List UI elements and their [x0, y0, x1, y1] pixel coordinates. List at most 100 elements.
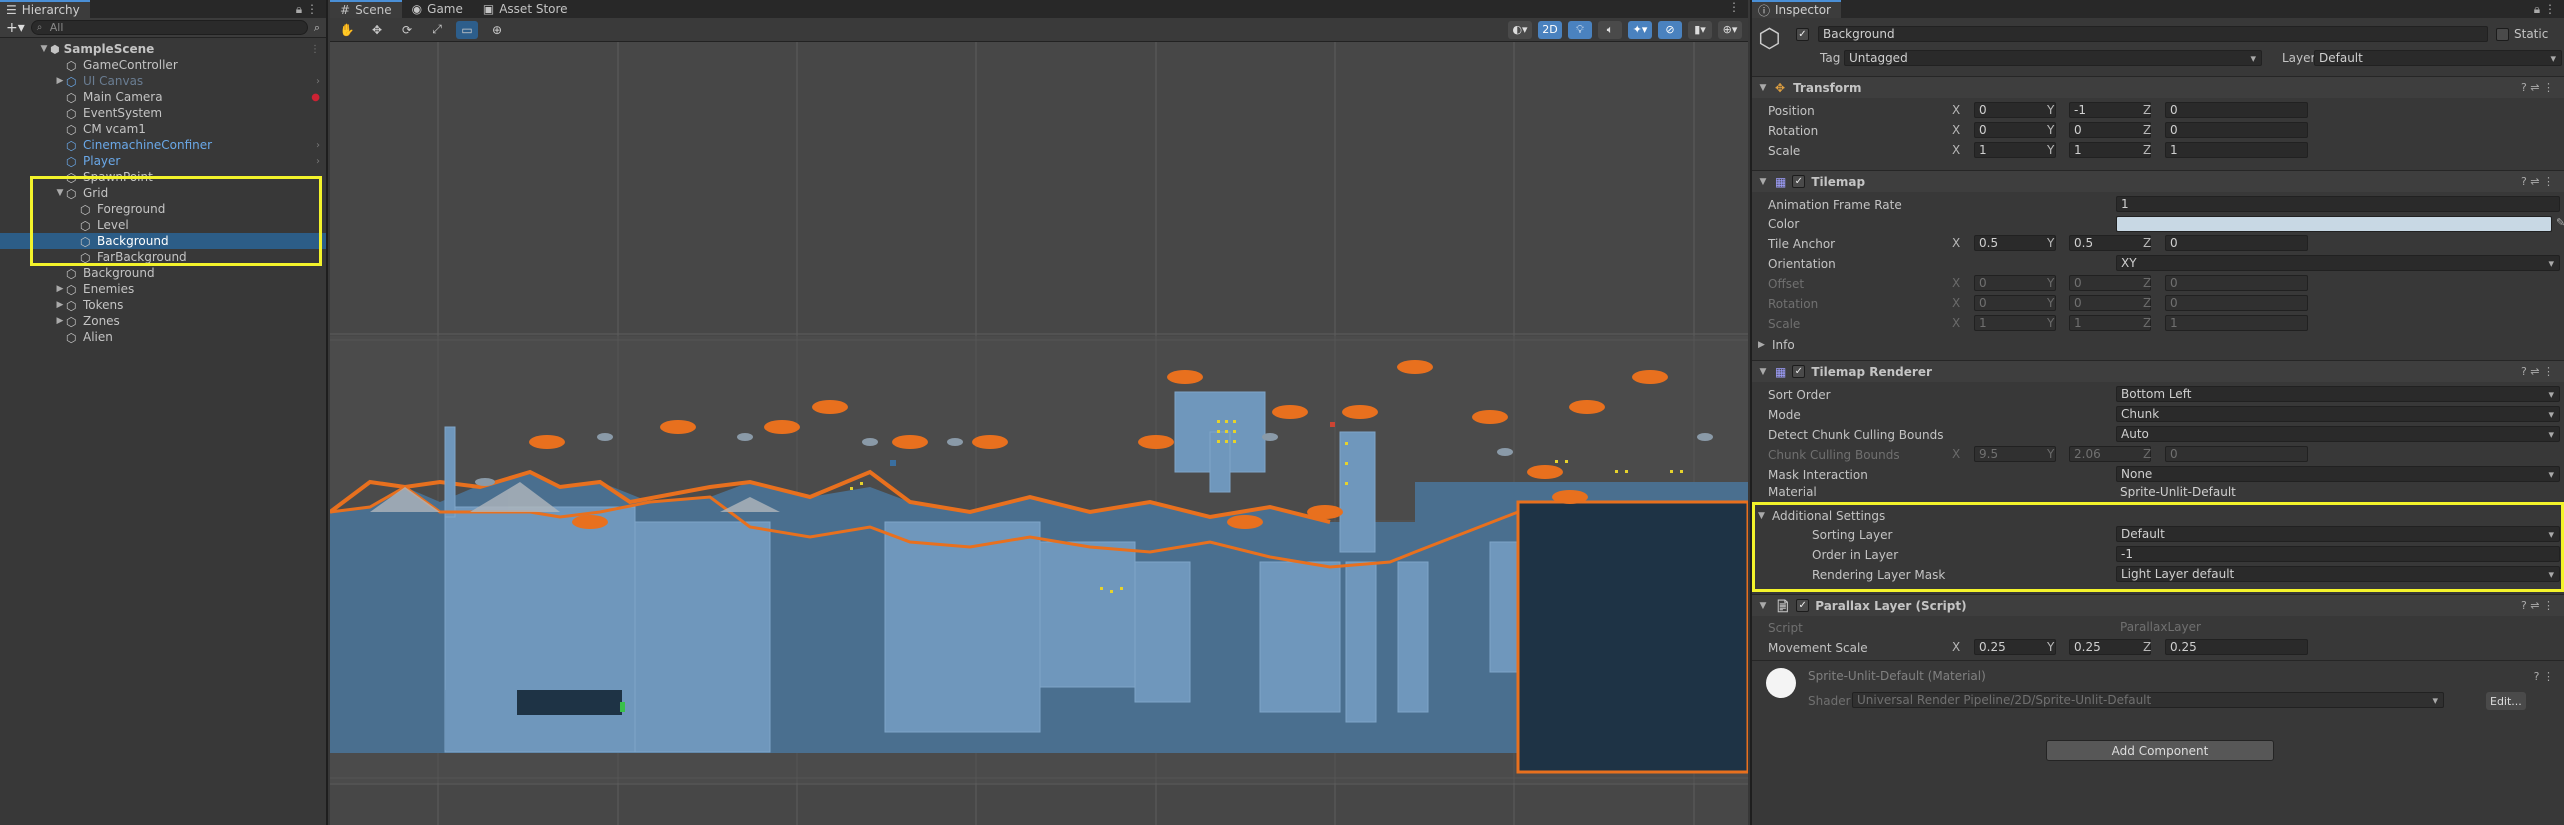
offset-y[interactable]: 0 [2069, 275, 2151, 291]
order-in-layer-input[interactable]: -1 [2116, 546, 2560, 562]
color-swatch[interactable] [2116, 216, 2552, 232]
tab-asset-store[interactable]: ▣ Asset Store [473, 0, 578, 18]
culling-bounds-z[interactable]: 0 [2165, 446, 2308, 462]
position-z[interactable]: 0 [2165, 102, 2308, 118]
camera-settings-icon[interactable]: ▮▾ [1688, 20, 1712, 39]
detect-bounds-dropdown[interactable]: Auto [2116, 426, 2560, 442]
chevron-right-icon[interactable]: › [316, 140, 320, 151]
material-menu-icons[interactable]: ? ⋮ [2534, 670, 2554, 683]
audio-toggle-icon[interactable]: 🔈︎ [1598, 20, 1622, 39]
expand-arrow-icon[interactable]: ▶ [54, 316, 66, 326]
orientation-dropdown[interactable]: XY [2116, 255, 2560, 271]
tag-dropdown[interactable]: Untagged [1844, 50, 2262, 66]
tile-anchor-y[interactable]: 0.5 [2069, 235, 2151, 251]
hand-tool-icon[interactable]: ✋ [336, 21, 358, 39]
list-item[interactable]: ⬡ Main Camera ● [0, 89, 326, 105]
tile-rotation-y[interactable]: 0 [2069, 295, 2151, 311]
tile-rotation-z[interactable]: 0 [2165, 295, 2308, 311]
expand-arrow-icon[interactable]: ▶ [54, 284, 66, 294]
tile-rotation-x[interactable]: 0 [1974, 295, 2056, 311]
chevron-right-icon[interactable]: › [316, 156, 320, 167]
rect-tool-icon[interactable]: ▭ [456, 20, 478, 39]
scale-tool-icon[interactable]: ⤢ [426, 21, 448, 39]
scale-z[interactable]: 1 [2165, 142, 2308, 158]
hierarchy-search-input[interactable]: ⌕ All [30, 20, 308, 35]
expand-arrow-icon[interactable]: ▼ [38, 44, 50, 54]
scene-row[interactable]: ▼ ⬢ SampleScene ⋮ [0, 41, 326, 57]
scale-y[interactable]: 1 [2069, 142, 2151, 158]
lock-icon[interactable]: 🔒︎ ⋮ [296, 2, 318, 17]
visibility-toggle-icon[interactable]: ⊘ [1658, 20, 1682, 39]
fold-arrow-icon[interactable]: ▼ [1757, 367, 1769, 377]
rotate-tool-icon[interactable]: ⟳ [396, 21, 418, 39]
tab-game[interactable]: ◉ Game [402, 0, 473, 18]
fold-arrow-icon[interactable]: ▼ [1757, 177, 1769, 187]
edit-shader-button[interactable]: Edit... [2486, 692, 2526, 710]
list-item[interactable]: ⬡ EventSystem [0, 105, 326, 121]
effects-toggle-icon[interactable]: ✦▾ [1628, 20, 1652, 39]
scene-menu-icon[interactable]: ⋮ [1728, 0, 1740, 18]
culling-bounds-x[interactable]: 9.5 [1974, 446, 2056, 462]
scene-view-canvas[interactable] [330, 42, 1748, 825]
search-filter-icon[interactable]: ⌕ [314, 21, 320, 35]
chevron-right-icon[interactable]: › [316, 76, 320, 87]
rotation-z[interactable]: 0 [2165, 122, 2308, 138]
static-checkbox[interactable] [2496, 28, 2509, 41]
position-y[interactable]: -1 [2069, 102, 2151, 118]
mode-2d-button[interactable]: 2D [1538, 20, 1562, 39]
movement-scale-z[interactable]: 0.25 [2165, 639, 2308, 655]
expand-arrow-icon[interactable]: ▶ [54, 76, 66, 86]
tile-scale-y[interactable]: 1 [2069, 315, 2151, 331]
frame-rate-input[interactable]: 1 [2116, 196, 2560, 212]
expand-arrow-icon[interactable]: ▶ [54, 300, 66, 310]
object-name-field[interactable]: Background [1818, 26, 2488, 42]
list-item[interactable]: ⬡ CinemachineConfiner › [0, 137, 326, 153]
movement-scale-x[interactable]: 0.25 [1974, 639, 2056, 655]
tile-scale-z[interactable]: 1 [2165, 315, 2308, 331]
list-item[interactable]: ⬡ Player › [0, 153, 326, 169]
rendering-layer-mask-dropdown[interactable]: Light Layer default [2116, 566, 2560, 582]
mask-interaction-dropdown[interactable]: None [2116, 466, 2560, 482]
component-enabled-checkbox[interactable]: ✓ [1792, 365, 1806, 378]
layer-dropdown[interactable]: Default [2314, 50, 2562, 66]
fold-arrow-icon[interactable]: ▶ [1758, 340, 1772, 350]
tile-anchor-x[interactable]: 0.5 [1974, 235, 2056, 251]
sorting-layer-dropdown[interactable]: Default [2116, 526, 2560, 542]
script-field[interactable]: ParallaxLayer [2116, 619, 2560, 635]
list-item[interactable]: ▶ ⬡ Tokens [0, 297, 326, 313]
gizmos-button[interactable]: ⊕▾ [1718, 20, 1742, 39]
material-field[interactable]: Sprite-Unlit-Default [2116, 486, 2560, 498]
component-menu-icons[interactable]: ? ⇌ ⋮ [2521, 81, 2554, 94]
shading-mode-button[interactable]: ◐▾ [1508, 20, 1532, 39]
tilemap-renderer-header[interactable]: ▼ ▦ ✓ Tilemap Renderer ? ⇌ ⋮ [1752, 360, 2564, 382]
list-item[interactable]: ⬡ Background [0, 265, 326, 281]
list-item[interactable]: ⬡ CM vcam1 [0, 121, 326, 137]
info-foldout[interactable]: ▶ Info [1758, 336, 2558, 354]
add-button[interactable]: +▾ [6, 20, 25, 36]
component-menu-icons[interactable]: ? ⇌ ⋮ [2521, 365, 2554, 378]
scene-menu-icon[interactable]: ⋮ [310, 44, 320, 55]
transform-tool-icon[interactable]: ⊕ [486, 21, 508, 39]
component-menu-icons[interactable]: ? ⇌ ⋮ [2521, 599, 2554, 612]
component-enabled-checkbox[interactable]: ✓ [1792, 175, 1806, 188]
tilemap-header[interactable]: ▼ ▦ ✓ Tilemap ? ⇌ ⋮ [1752, 170, 2564, 192]
lock-icon[interactable]: 🔒︎ ⋮ [2534, 2, 2556, 17]
add-component-button[interactable]: Add Component [2046, 740, 2274, 761]
rotation-x[interactable]: 0 [1974, 122, 2056, 138]
list-item[interactable]: ▶ ⬡ Zones [0, 313, 326, 329]
fold-arrow-icon[interactable]: ▼ [1757, 601, 1769, 611]
tile-scale-x[interactable]: 1 [1974, 315, 2056, 331]
list-item[interactable]: ⬡ Alien [0, 329, 326, 345]
component-enabled-checkbox[interactable]: ✓ [1796, 599, 1810, 612]
move-tool-icon[interactable]: ✥ [366, 21, 388, 39]
rotation-y[interactable]: 0 [2069, 122, 2151, 138]
list-item[interactable]: ▶ ⬡ Enemies [0, 281, 326, 297]
transform-header[interactable]: ▼ ✥ Transform ? ⇌ ⋮ [1752, 76, 2564, 98]
component-menu-icons[interactable]: ? ⇌ ⋮ [2521, 175, 2554, 188]
tile-anchor-z[interactable]: 0 [2165, 235, 2308, 251]
offset-x[interactable]: 0 [1974, 275, 2056, 291]
offset-z[interactable]: 0 [2165, 275, 2308, 291]
list-item[interactable]: ▶ ⬡ UI Canvas › [0, 73, 326, 89]
sort-order-dropdown[interactable]: Bottom Left [2116, 386, 2560, 402]
hierarchy-tab[interactable]: ☰ Hierarchy [0, 0, 90, 18]
